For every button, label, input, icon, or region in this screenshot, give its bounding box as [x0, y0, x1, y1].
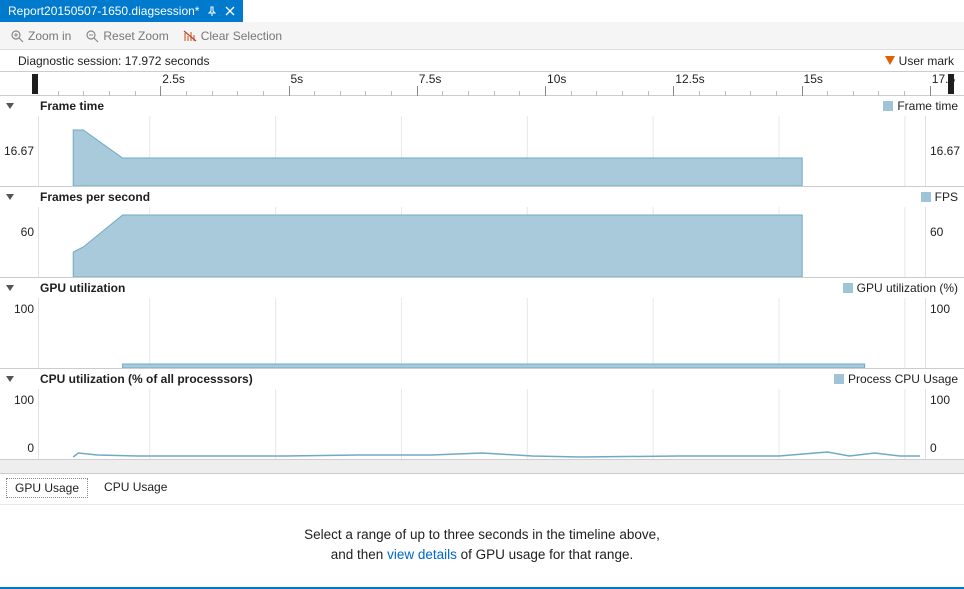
- hint-line2: and then view details of GPU usage for t…: [0, 545, 964, 565]
- legend-swatch: [843, 283, 853, 293]
- legend-swatch: [921, 192, 931, 202]
- ruler-tick-label: 15s: [804, 72, 823, 86]
- detail-panel: GPU Usage CPU Usage Select a range of up…: [0, 474, 964, 580]
- tab-gpu-usage[interactable]: GPU Usage: [6, 478, 88, 498]
- document-tab-bar: Report20150507-1650.diagsession*: [0, 0, 964, 22]
- collע-icon[interactable]: [6, 376, 14, 382]
- ruler-tick-label: 12.5s: [675, 72, 704, 86]
- hint-line1: Select a range of up to three seconds in…: [0, 525, 964, 545]
- clear-selection-label: Clear Selection: [201, 29, 282, 43]
- zoom-in-button[interactable]: Zoom in: [10, 29, 71, 43]
- tab-cpu-usage[interactable]: CPU Usage: [96, 478, 175, 498]
- splitter[interactable]: [0, 460, 964, 474]
- plot-area[interactable]: [38, 298, 926, 368]
- y-axis-left-bot: 0: [27, 441, 34, 455]
- legend-swatch: [834, 374, 844, 384]
- ruler-tick-label: 7.5s: [419, 72, 442, 86]
- chart-legend: Process CPU Usage: [834, 372, 958, 386]
- ruler-tick-label: 5s: [291, 72, 304, 86]
- plot-area[interactable]: [38, 389, 926, 459]
- y-axis-right-label: 100: [930, 302, 950, 316]
- reset-zoom-label: Reset Zoom: [103, 29, 168, 43]
- document-tab[interactable]: Report20150507-1650.diagsession*: [0, 0, 243, 22]
- clear-selection-button[interactable]: Clear Selection: [183, 29, 282, 43]
- chart-title: Frame time: [40, 99, 104, 113]
- session-header: Diagnostic session: 17.972 seconds User …: [0, 50, 964, 72]
- chart-title: Frames per second: [40, 190, 150, 204]
- ruler-tick-label: 17.5: [932, 72, 955, 86]
- chart-title: CPU utilization (% of all processsors): [40, 372, 253, 386]
- legend-swatch: [883, 101, 893, 111]
- ruler-tick-label: 2.5s: [162, 72, 185, 86]
- user-mark-icon: [885, 56, 895, 65]
- collapse-icon[interactable]: [6, 103, 14, 109]
- y-axis-right-label: 60: [930, 225, 943, 239]
- chart-frame-time: Frame time Frame time 16.67: [0, 96, 964, 187]
- ruler-tick-label: 10s: [547, 72, 566, 86]
- reset-zoom-button[interactable]: Reset Zoom: [85, 29, 168, 43]
- close-icon[interactable]: [225, 6, 235, 16]
- y-axis-left-label: 100: [14, 302, 34, 316]
- y-axis-left-label: 16.67: [4, 144, 34, 158]
- ruler-handle-start[interactable]: [32, 74, 38, 94]
- chart-legend: FPS: [921, 190, 958, 204]
- plot-area[interactable]: [38, 116, 926, 186]
- y-axis-right-label: 16.67: [930, 144, 960, 158]
- zoom-in-icon: [10, 29, 24, 43]
- legend-label: GPU utilization (%): [857, 281, 958, 295]
- chart-title: GPU utilization: [40, 281, 125, 295]
- y-axis-left-label: 60: [21, 225, 34, 239]
- hint-text: Select a range of up to three seconds in…: [0, 505, 964, 580]
- chart-legend: Frame time: [883, 99, 958, 113]
- pin-icon[interactable]: [207, 6, 217, 16]
- session-duration-label: Diagnostic session: 17.972 seconds: [18, 54, 209, 68]
- document-tab-title: Report20150507-1650.diagsession*: [8, 4, 199, 18]
- y-axis-right-bot: 0: [930, 441, 937, 455]
- chart-cpu-utilization: CPU utilization (% of all processsors) P…: [0, 369, 964, 459]
- plot-area[interactable]: [38, 207, 926, 277]
- legend-label: Frame time: [897, 99, 958, 113]
- chart-fps: Frames per second FPS 60: [0, 187, 964, 278]
- timeline-ruler[interactable]: 2.5s 5s 7.5s 10s 12.5s 15s 17.5: [0, 72, 964, 96]
- legend-label: FPS: [935, 190, 958, 204]
- legend-label: Process CPU Usage: [848, 372, 958, 386]
- chart-gpu-utilization: GPU utilization GPU utilization (%) 100: [0, 278, 964, 369]
- collapse-icon[interactable]: [6, 285, 14, 291]
- y-axis-right-top: 100: [930, 393, 950, 407]
- detail-tabs: GPU Usage CPU Usage: [0, 474, 964, 505]
- chart-stack: Frame time Frame time 16.67: [0, 96, 964, 460]
- zoom-in-label: Zoom in: [28, 29, 71, 43]
- reset-zoom-icon: [85, 29, 99, 43]
- y-axis-left-top: 100: [14, 393, 34, 407]
- clear-selection-icon: [183, 29, 197, 43]
- chart-legend: GPU utilization (%): [843, 281, 958, 295]
- user-mark-label: User mark: [899, 54, 954, 68]
- toolbar: Zoom in Reset Zoom Clear Selection: [0, 22, 964, 50]
- user-mark-legend: User mark: [885, 54, 954, 68]
- view-details-link[interactable]: view details: [387, 547, 457, 562]
- collapse-icon[interactable]: [6, 194, 14, 200]
